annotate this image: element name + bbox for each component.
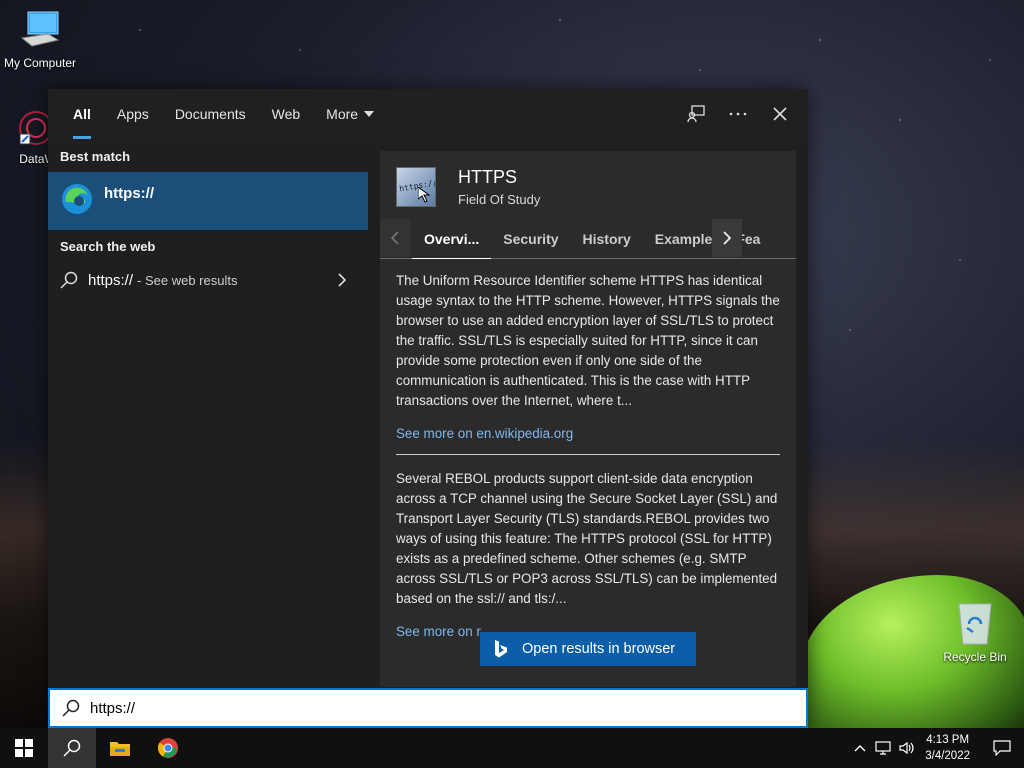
cursor-icon	[418, 187, 431, 203]
network-button[interactable]	[871, 728, 895, 768]
results-list: Best match https:// Search the web https…	[48, 139, 368, 729]
best-match-name: https://	[104, 185, 154, 202]
tab-more[interactable]: More	[313, 89, 387, 139]
system-tray: 4:13 PM 3/4/2022	[849, 728, 1024, 768]
feedback-button[interactable]	[686, 104, 706, 124]
entity-tabs: Overvi... Security History Example Fea	[380, 219, 796, 259]
caret-down-icon	[364, 111, 375, 117]
best-match-title: Best match	[60, 149, 131, 164]
chevron-right-icon	[723, 231, 731, 245]
taskbar: 4:13 PM 3/4/2022	[0, 728, 1024, 768]
clock-date: 3/4/2022	[925, 750, 970, 762]
volume-button[interactable]	[895, 728, 919, 768]
search-panel: All Apps Documents Web More Best match h…	[48, 89, 808, 729]
recycle-bin-icon	[958, 603, 992, 645]
action-center-button[interactable]	[980, 728, 1024, 768]
computer-icon	[20, 11, 60, 47]
entity-title: HTTPS	[458, 167, 518, 187]
chevron-right-icon[interactable]	[338, 273, 346, 287]
see-more-link[interactable]: See more on r	[396, 624, 481, 639]
tab-label: More	[326, 106, 359, 122]
bing-icon	[495, 640, 507, 658]
tab-documents[interactable]: Documents	[162, 89, 259, 139]
web-result-item[interactable]: https:// - See web results	[48, 261, 368, 299]
network-icon	[875, 741, 891, 755]
tab-web[interactable]: Web	[259, 89, 314, 139]
search-input[interactable]	[90, 699, 690, 717]
folder-icon	[110, 742, 130, 756]
file-explorer-button[interactable]	[96, 728, 144, 768]
desktop-icon-my-computer[interactable]: My Computer	[0, 8, 80, 70]
tab-label: Documents	[174, 106, 246, 122]
search-icon	[60, 271, 78, 289]
chrome-button[interactable]	[144, 728, 192, 768]
edge-icon	[62, 184, 92, 214]
feedback-icon	[687, 105, 705, 123]
entity-tab-security[interactable]: Security	[491, 219, 570, 259]
start-button[interactable]	[0, 728, 48, 768]
clock[interactable]: 4:13 PM 3/4/2022	[925, 732, 970, 764]
desktop-icon-label: My Computer	[3, 56, 77, 70]
clock-time: 4:13 PM	[926, 734, 970, 746]
open-button-label: Open results in browser	[522, 641, 676, 657]
more-options-button[interactable]	[728, 104, 748, 124]
rebol-paragraph: Several REBOL products support client-si…	[396, 471, 778, 606]
search-icon	[62, 699, 80, 717]
top-actions	[686, 89, 790, 139]
chrome-icon	[157, 738, 178, 758]
ellipsis-icon	[729, 112, 747, 116]
entity-header: https://www HTTPS Field Of Study	[396, 167, 540, 207]
tab-label: Web	[271, 106, 301, 122]
desktop-icon-label: Recycle Bin	[943, 650, 1007, 664]
tabs-scroll-left[interactable]	[380, 219, 410, 257]
best-match-item[interactable]: https://	[48, 172, 368, 230]
search-box[interactable]	[48, 688, 808, 728]
speaker-icon	[899, 741, 914, 755]
taskbar-search-button[interactable]	[48, 728, 96, 768]
web-query: https://	[88, 271, 134, 289]
entity-tab-history[interactable]: History	[571, 219, 643, 259]
desktop-icon-recycle-bin[interactable]: Recycle Bin	[935, 600, 1015, 664]
web-hint: - See web results	[137, 272, 238, 288]
datawag-icon	[19, 111, 52, 145]
search-tabs: All Apps Documents Web More	[60, 89, 387, 139]
chevron-left-icon	[391, 231, 399, 245]
close-icon	[773, 107, 787, 121]
close-button[interactable]	[770, 104, 790, 124]
open-in-browser-button[interactable]: Open results in browser	[480, 632, 696, 666]
overview-paragraph: The Uniform Resource Identifier scheme H…	[396, 273, 780, 408]
chevron-up-icon	[854, 745, 866, 752]
search-web-title: Search the web	[60, 239, 156, 254]
windows-icon	[15, 739, 33, 757]
entity-panel: https://www HTTPS Field Of Study Overvi.…	[380, 151, 796, 687]
tab-all[interactable]: All	[60, 89, 104, 139]
divider	[396, 454, 780, 455]
entity-thumbnail: https://www	[396, 167, 436, 207]
tabs-scroll-right[interactable]	[712, 219, 742, 257]
notification-icon	[993, 740, 1011, 756]
entity-body: The Uniform Resource Identifier scheme H…	[396, 271, 780, 642]
search-icon	[63, 739, 81, 757]
search-topbar: All Apps Documents Web More	[48, 89, 808, 139]
tab-apps[interactable]: Apps	[104, 89, 162, 139]
show-hidden-icons-button[interactable]	[849, 728, 871, 768]
tab-label: Apps	[116, 106, 149, 122]
wikipedia-link[interactable]: See more on en.wikipedia.org	[396, 426, 573, 441]
entity-tab-overview[interactable]: Overvi...	[412, 219, 492, 259]
tab-label: All	[73, 106, 91, 122]
entity-subtitle: Field Of Study	[458, 192, 541, 207]
